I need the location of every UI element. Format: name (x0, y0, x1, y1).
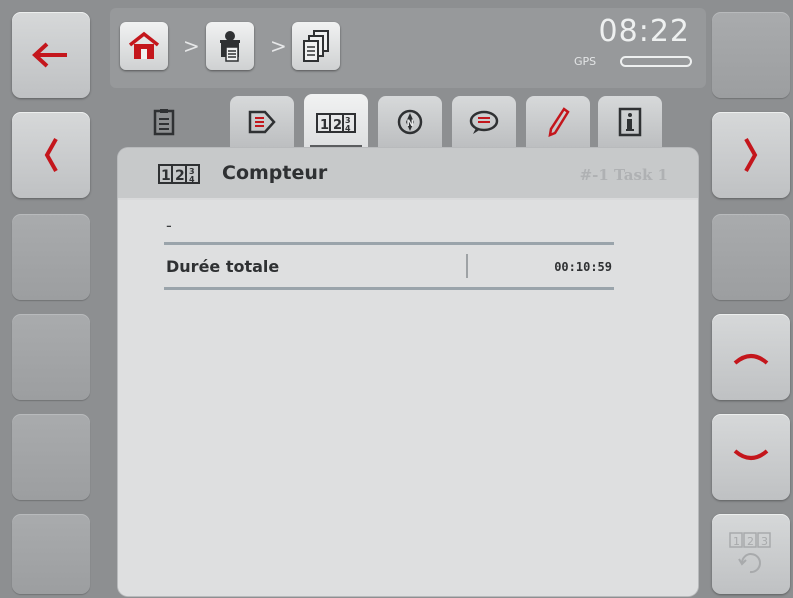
breadcrumb-task-list[interactable] (292, 22, 340, 70)
svg-text:2: 2 (747, 535, 754, 548)
next-tab-button[interactable] (712, 112, 790, 198)
previous-tab-button[interactable] (12, 112, 90, 198)
tab-export[interactable] (230, 96, 294, 148)
softkey-right-1[interactable] (712, 12, 790, 98)
softkey-left-3[interactable] (12, 214, 90, 300)
counter-icon: 1 2 3 4 (316, 113, 356, 133)
export-icon (248, 110, 276, 134)
operator-icon (220, 31, 240, 62)
svg-text:2: 2 (333, 118, 342, 133)
tab-counter[interactable]: 1 2 3 4 (304, 94, 368, 152)
svg-text:1: 1 (161, 168, 171, 184)
tab-comments[interactable] (452, 96, 516, 148)
softkey-left-5[interactable] (12, 414, 90, 500)
gps-label: GPS (574, 55, 597, 68)
tab-overview[interactable] (132, 96, 196, 148)
panel-title: Compteur (222, 162, 328, 184)
softkey-right-3[interactable] (712, 214, 790, 300)
counter-placeholder: - (166, 216, 172, 235)
svg-text:N: N (407, 119, 415, 129)
svg-text:2: 2 (175, 168, 185, 184)
counter-icon: 1 2 3 4 (158, 164, 200, 184)
task-list-icon (303, 30, 329, 62)
pencil-icon (548, 107, 570, 137)
reset-counter-button[interactable]: 1 2 3 (712, 514, 790, 594)
chevron-left-icon (44, 138, 58, 172)
terminal-screen: 1 2 3 > > 08:22 GPS 1 2 3 4 N 1 2 3 4 Co… (0, 0, 793, 598)
home-icon (128, 31, 160, 59)
back-button[interactable] (12, 12, 90, 98)
breadcrumb-separator: > (183, 34, 200, 58)
counter-panel: 1 2 3 4 Compteur #-1 Task 1 - Durée tota… (118, 148, 698, 596)
chevron-right-icon (744, 138, 758, 172)
info-icon (618, 107, 642, 137)
row-separator (164, 287, 614, 290)
back-arrow-icon (32, 42, 67, 68)
svg-text:4: 4 (189, 175, 195, 184)
breadcrumb-separator: > (270, 34, 287, 58)
svg-text:4: 4 (345, 124, 351, 133)
softkey-left-4[interactable] (12, 314, 90, 400)
breadcrumb-home[interactable] (120, 22, 168, 70)
softkey-left-6[interactable] (12, 514, 90, 594)
comment-icon (469, 110, 499, 134)
counter-row-value: 00:10:59 (554, 260, 612, 274)
row-separator (164, 242, 614, 245)
tab-navigation[interactable]: N (378, 96, 442, 148)
scroll-up-icon (733, 354, 769, 365)
svg-text:3: 3 (761, 535, 768, 548)
gps-signal-bar (620, 56, 692, 67)
compass-icon: N (397, 109, 423, 135)
scroll-up-button[interactable] (712, 314, 790, 400)
panel-header: 1 2 3 4 Compteur #-1 Task 1 (118, 148, 698, 198)
counter-reset-icon: 1 2 3 (729, 532, 771, 574)
svg-text:1: 1 (733, 535, 740, 548)
clock: 08:22 (598, 14, 690, 49)
tab-notes[interactable] (526, 96, 590, 148)
document-icon (153, 109, 175, 136)
counter-row-label: Durée totale (166, 257, 280, 276)
scroll-down-icon (733, 449, 769, 460)
header-bar: > > 08:22 GPS (110, 8, 706, 88)
scroll-down-button[interactable] (712, 414, 790, 500)
row-divider (466, 254, 468, 278)
svg-text:1: 1 (320, 118, 329, 133)
tab-info[interactable] (598, 96, 662, 148)
panel-body: - Durée totale 00:10:59 (118, 200, 698, 596)
task-label: #-1 Task 1 (579, 166, 668, 184)
breadcrumb-operator[interactable] (206, 22, 254, 70)
